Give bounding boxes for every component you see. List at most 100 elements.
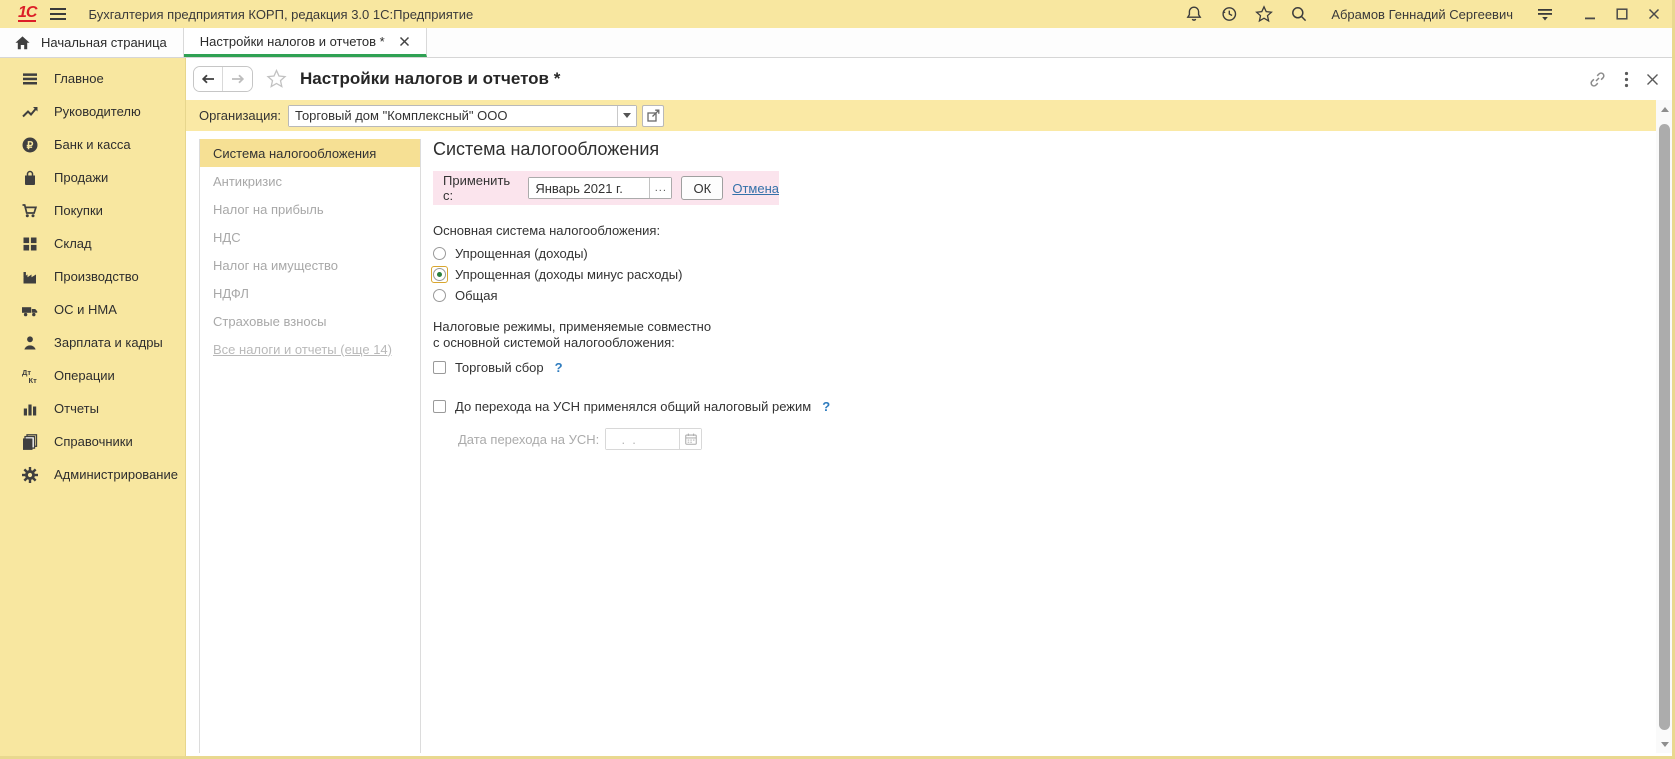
ruble-coin-icon: ₽ [21,136,39,154]
organization-combobox [288,105,637,127]
title-bar: 1С Бухгалтерия предприятия КОРП, редакци… [0,0,1675,28]
usn-date-input[interactable] [606,429,679,449]
category-item-ndfl[interactable]: НДФЛ [200,279,420,307]
checkbox-trade-fee[interactable]: Торговый сбор ? [433,357,1333,377]
tab-bar: Начальная страница Настройки налогов и о… [0,28,1675,58]
sidebar-item-reports[interactable]: Отчеты [0,392,185,425]
ok-button[interactable]: ОК [681,176,723,200]
radio-circle[interactable] [433,268,446,281]
gear-icon [21,466,39,484]
books-icon [21,433,39,451]
sidebar-item-salary-hr[interactable]: Зарплата и кадры [0,326,185,359]
debit-credit-icon: ДтКт [21,367,39,385]
get-link-icon[interactable] [1588,70,1607,89]
truck-icon [21,301,39,319]
current-user-name[interactable]: Абрамов Геннадий Сергеевич [1331,7,1513,22]
main-system-options: Упрощенная (доходы) Упрощенная (доходы м… [433,243,1333,306]
content-header: Настройки налогов и отчетов * [186,58,1675,100]
forward-button[interactable] [223,67,252,91]
trade-fee-help-icon[interactable]: ? [555,360,563,375]
close-form-icon[interactable] [1646,73,1659,86]
usn-date-combobox [605,428,702,450]
pre-usn-help-icon[interactable]: ? [822,399,830,414]
maximize-button[interactable] [1615,7,1629,21]
cancel-link[interactable]: Отмена [732,181,779,196]
apply-date-input[interactable] [529,178,649,198]
radio-simplified-income[interactable]: Упрощенная (доходы) [433,243,1333,264]
organization-dropdown-button[interactable] [617,106,636,126]
factory-icon [21,268,39,286]
history-icon[interactable] [1220,5,1238,23]
usn-transition-date-row: Дата перехода на УСН: [433,428,1333,450]
sidebar-item-operations[interactable]: ДтКт Операции [0,359,185,392]
category-item-anticrisis[interactable]: Антикризис [200,167,420,195]
sidebar-item-administration[interactable]: Администрирование [0,458,185,491]
navigation-buttons [193,66,253,92]
checkbox-box[interactable] [433,361,446,374]
category-item-insurance[interactable]: Страховые взносы [200,307,420,335]
category-item-tax-system[interactable]: Система налогообложения [200,139,420,167]
app-window: 1С Бухгалтерия предприятия КОРП, редакци… [0,0,1675,759]
sidebar-item-main[interactable]: Главное [0,62,185,95]
apply-from-bar: Применить с: ... ОК Отмена [433,171,779,205]
apply-from-label: Применить с: [443,173,519,203]
radio-circle[interactable] [433,247,446,260]
main-menu-icon[interactable] [50,8,66,20]
boxes-grid-icon [21,235,39,253]
service-menu-icon[interactable] [1536,6,1554,22]
close-window-button[interactable] [1647,7,1661,21]
main-system-label: Основная система налогообложения: [433,223,1333,238]
open-organization-button[interactable] [642,105,664,127]
category-item-vat[interactable]: НДС [200,223,420,251]
organization-bar: Организация: [186,100,1656,131]
apply-date-combobox: ... [528,177,672,199]
checkbox-box[interactable] [433,400,446,413]
sidebar-item-production[interactable]: Производство [0,260,185,293]
category-link-all-taxes[interactable]: Все налоги и отчеты (еще 14) [200,335,420,363]
scroll-down-arrow[interactable] [1656,737,1673,751]
tab-close-icon[interactable] [399,36,410,47]
scrollbar-thumb[interactable] [1659,124,1670,730]
home-icon [14,35,31,51]
trend-up-icon [21,103,39,121]
sidebar-item-purchases[interactable]: Покупки [0,194,185,227]
organization-label: Организация: [199,108,281,123]
scroll-up-arrow[interactable] [1656,102,1673,116]
apply-date-more-button[interactable]: ... [649,178,671,198]
organization-input[interactable] [289,106,617,126]
notifications-bell-icon[interactable] [1185,5,1203,23]
radio-circle[interactable] [433,289,446,302]
vertical-scrollbar[interactable] [1656,100,1673,753]
favorites-star-icon[interactable] [1255,5,1273,23]
add-favorite-star-icon[interactable] [266,69,287,89]
svg-text:₽: ₽ [27,139,34,151]
more-actions-icon[interactable] [1624,71,1629,88]
checkbox-pre-usn-general-regime[interactable]: До перехода на УСН применялся общий нало… [433,396,1333,416]
sections-sidebar: Главное Руководителю ₽ Банк и касса Прод… [0,58,186,759]
category-item-income-tax[interactable]: Налог на прибыль [200,195,420,223]
person-icon [21,334,39,352]
sidebar-item-fixed-assets[interactable]: ОС и НМА [0,293,185,326]
back-button[interactable] [194,67,223,91]
search-icon[interactable] [1290,5,1308,23]
sidebar-item-sales[interactable]: Продажи [0,161,185,194]
page-title: Настройки налогов и отчетов * [300,69,560,89]
tab-label: Настройки налогов и отчетов * [200,34,385,49]
tax-system-form: Система налогообложения Применить с: ...… [433,139,1333,450]
radio-general-system[interactable]: Общая [433,285,1333,306]
sidebar-item-manager[interactable]: Руководителю [0,95,185,128]
joint-regimes-label: Налоговые режимы, применяемые совместно … [433,319,1333,351]
sidebar-item-warehouse[interactable]: Склад [0,227,185,260]
cart-icon [21,202,39,220]
tab-home-page[interactable]: Начальная страница [0,28,184,57]
form-heading: Система налогообложения [433,139,1333,160]
category-item-property-tax[interactable]: Налог на имущество [200,251,420,279]
sidebar-item-directories[interactable]: Справочники [0,425,185,458]
tab-tax-settings[interactable]: Настройки налогов и отчетов * [184,28,427,57]
sidebar-item-bank-cash[interactable]: ₽ Банк и касса [0,128,185,161]
radio-simplified-income-minus-expenses[interactable]: Упрощенная (доходы минус расходы) [433,264,1333,285]
svg-text:Кт: Кт [29,376,38,385]
bag-icon [21,169,39,187]
calendar-button[interactable] [679,429,701,449]
minimize-button[interactable] [1583,7,1597,21]
